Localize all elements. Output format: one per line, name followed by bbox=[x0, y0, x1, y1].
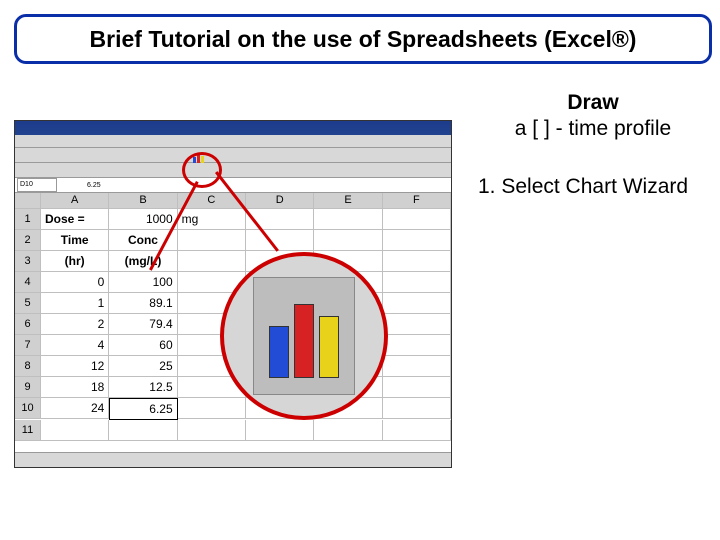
cell[interactable]: 1000 bbox=[109, 209, 177, 230]
cell[interactable] bbox=[314, 420, 382, 441]
draw-line1: Draw bbox=[478, 90, 708, 116]
cell[interactable] bbox=[246, 420, 314, 441]
cell[interactable] bbox=[383, 272, 451, 293]
cell[interactable] bbox=[383, 356, 451, 377]
corner-cell[interactable] bbox=[15, 193, 41, 209]
cell[interactable] bbox=[383, 293, 451, 314]
bar-icon bbox=[269, 326, 289, 378]
callout-zoom-circle bbox=[220, 252, 388, 420]
col-header[interactable]: A bbox=[41, 193, 109, 209]
cell[interactable]: Time bbox=[41, 230, 109, 251]
cell[interactable]: 89.1 bbox=[109, 293, 177, 314]
cell[interactable]: 2 bbox=[41, 314, 109, 335]
step-1-text: 1. Select Chart Wizard bbox=[478, 175, 718, 199]
row-header[interactable]: 8 bbox=[15, 356, 41, 377]
cell[interactable]: 60 bbox=[109, 335, 177, 356]
cell[interactable] bbox=[178, 398, 246, 419]
cell[interactable] bbox=[383, 420, 451, 441]
cell[interactable]: 12 bbox=[41, 356, 109, 377]
cell[interactable] bbox=[383, 398, 451, 419]
row-header[interactable]: 2 bbox=[15, 230, 41, 251]
cell[interactable] bbox=[109, 420, 177, 441]
cell[interactable] bbox=[383, 335, 451, 356]
cell[interactable] bbox=[41, 420, 109, 441]
cell[interactable] bbox=[383, 251, 451, 272]
cell[interactable]: 25 bbox=[109, 356, 177, 377]
row-header[interactable]: 5 bbox=[15, 293, 41, 314]
cell[interactable]: 18 bbox=[41, 377, 109, 398]
formula-value: 6.25 bbox=[87, 182, 101, 189]
cell[interactable] bbox=[383, 377, 451, 398]
draw-caption: Draw a [ ] - time profile bbox=[478, 90, 708, 142]
row-header[interactable]: 3 bbox=[15, 251, 41, 272]
bar-icon bbox=[294, 304, 314, 378]
row-header[interactable]: 1 bbox=[15, 209, 41, 230]
cell[interactable]: 1 bbox=[41, 293, 109, 314]
cell[interactable] bbox=[314, 230, 382, 251]
bar-icon bbox=[319, 316, 339, 378]
chart-wizard-icon-enlarged bbox=[253, 277, 355, 395]
cell[interactable]: 79.4 bbox=[109, 314, 177, 335]
cell[interactable] bbox=[383, 209, 451, 230]
cell[interactable]: Dose = bbox=[41, 209, 109, 230]
cell[interactable] bbox=[383, 230, 451, 251]
page-title: Brief Tutorial on the use of Spreadsheet… bbox=[14, 14, 712, 64]
excel-status-bar bbox=[15, 452, 451, 467]
cell[interactable] bbox=[178, 420, 246, 441]
row-header[interactable]: 9 bbox=[15, 377, 41, 398]
cell[interactable]: 24 bbox=[41, 398, 109, 419]
cell[interactable]: (hr) bbox=[41, 251, 109, 272]
row-header[interactable]: 6 bbox=[15, 314, 41, 335]
excel-title-bar bbox=[15, 121, 451, 135]
row-header[interactable]: 11 bbox=[15, 420, 41, 441]
name-box[interactable]: D10 bbox=[17, 178, 57, 192]
cell[interactable] bbox=[383, 314, 451, 335]
cell-selected[interactable]: 6.25 bbox=[109, 398, 177, 420]
cell[interactable]: 12.5 bbox=[109, 377, 177, 398]
cell[interactable]: 4 bbox=[41, 335, 109, 356]
draw-line2: a [ ] - time profile bbox=[478, 116, 708, 142]
row-header[interactable]: 7 bbox=[15, 335, 41, 356]
row-header[interactable]: 4 bbox=[15, 272, 41, 293]
col-header[interactable]: F bbox=[383, 193, 451, 209]
callout-source-circle bbox=[182, 152, 222, 188]
row-header[interactable]: 10 bbox=[15, 398, 41, 419]
excel-menu-bar[interactable] bbox=[15, 135, 451, 148]
col-header[interactable]: B bbox=[109, 193, 177, 209]
cell[interactable]: 0 bbox=[41, 272, 109, 293]
